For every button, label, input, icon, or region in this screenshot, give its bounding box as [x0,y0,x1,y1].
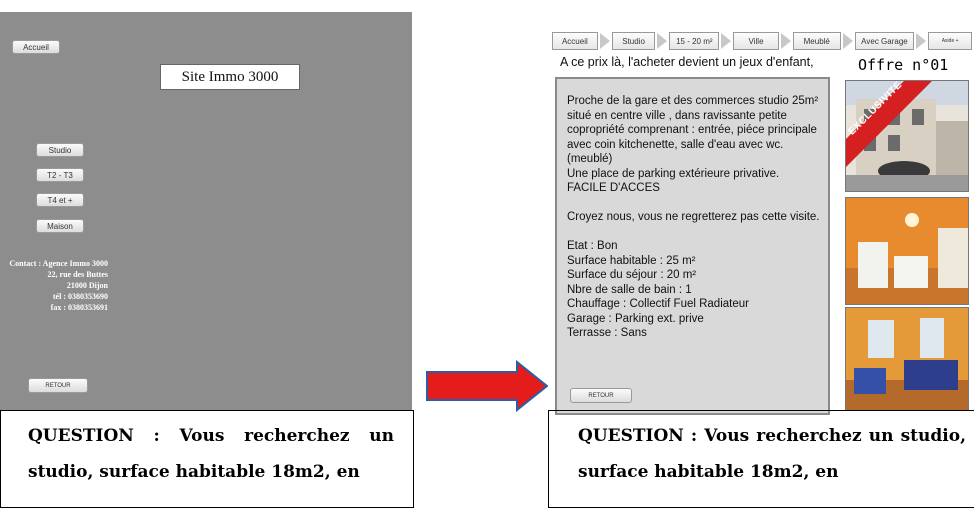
breadcrumb-ville[interactable]: Ville [733,32,779,50]
menu-t4-button[interactable]: T4 et + [36,193,84,207]
question-text-left: QUESTION : Vous recherchez un studio, su… [28,426,394,482]
chevron-right-icon [599,33,610,49]
breadcrumb-garage[interactable]: Avec Garage [854,32,915,50]
breadcrumb-meuble[interactable]: Meublé [792,32,841,50]
chevron-right-icon [780,33,791,49]
photo-kitchen[interactable] [845,197,969,305]
contact-line: fax : 0380353691 [50,303,108,312]
breadcrumb-aside[interactable]: Aside + [928,32,972,50]
site-title: Site Immo 3000 [160,64,300,90]
home-button[interactable]: Accueil [12,40,60,54]
menu-t2-t3-button[interactable]: T2 - T3 [36,168,84,182]
tagline: A ce prix là, l'acheter devient un jeux … [560,55,814,69]
breadcrumb-surface[interactable]: 15 - 20 m² [669,32,720,50]
menu-studio-button[interactable]: Studio [36,143,84,157]
chevron-right-icon [916,33,927,49]
chevron-right-icon [657,33,668,49]
photo-building[interactable]: EXCLUSIVITE [845,80,969,192]
contact-block: Contact : Agence Immo 3000 22, rue des B… [0,258,108,313]
back-button-left[interactable]: RETOUR [28,378,88,393]
breadcrumb-accueil[interactable]: Accueil [552,32,598,50]
contact-line: 21000 Dijon [66,281,108,290]
back-button-right[interactable]: RETOUR [570,388,632,403]
breadcrumb-studio[interactable]: Studio [611,32,656,50]
photo-bedroom[interactable] [845,307,969,411]
chevron-right-icon [842,33,853,49]
question-text-right: QUESTION : Vous recherchez un studio, su… [578,426,966,482]
contact-line: 22, rue des Buttes [47,270,108,279]
arrow-right-icon [426,360,549,412]
contact-line: tél : 0380353690 [52,292,108,301]
menu-maison-button[interactable]: Maison [36,219,84,233]
offer-title: Offre n°01 [858,56,949,74]
chevron-right-icon [721,33,732,49]
description-text: Proche de la gare et des commerces studi… [567,95,820,339]
contact-line: Contact : Agence Immo 3000 [9,259,108,268]
breadcrumb: Accueil Studio 15 - 20 m² Ville Meublé A… [552,32,972,50]
